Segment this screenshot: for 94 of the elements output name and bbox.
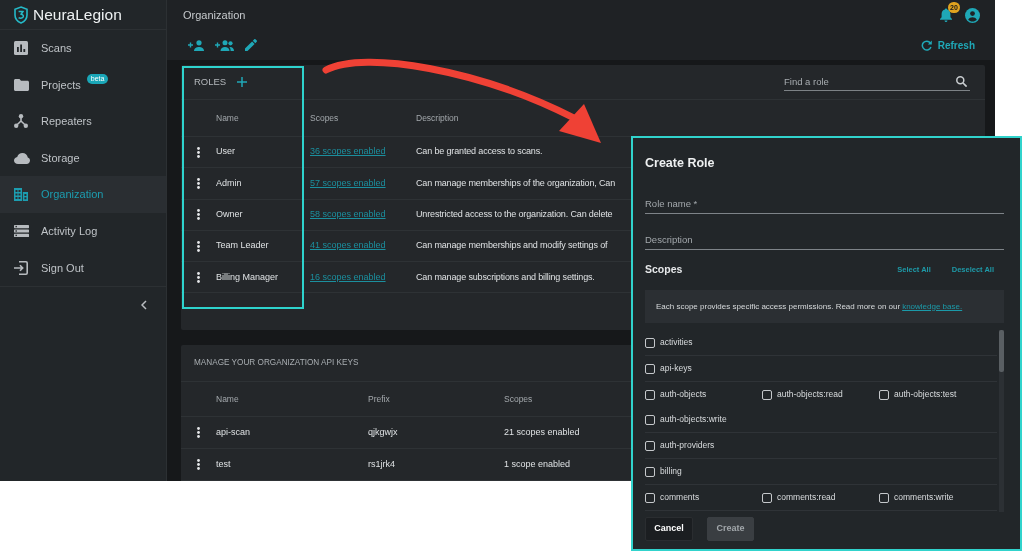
- scope-label: comments:write: [894, 491, 954, 504]
- bell-icon[interactable]: [940, 8, 952, 22]
- more-options-icon[interactable]: [197, 177, 200, 189]
- scope-label: auth-providers: [660, 439, 715, 452]
- folder-icon[interactable]: [14, 78, 29, 91]
- checkbox[interactable]: [645, 440, 655, 451]
- role-name-field[interactable]: Role name *: [645, 194, 1004, 214]
- column-header: Scopes: [310, 111, 339, 125]
- scopes-link[interactable]: 57 scopes enabled: [310, 176, 386, 191]
- scope-label: auth-objects:write: [660, 413, 727, 426]
- checkbox[interactable]: [762, 492, 772, 503]
- more-options-icon[interactable]: [197, 459, 200, 470]
- plus-icon[interactable]: [237, 77, 248, 87]
- list-icon[interactable]: [14, 225, 29, 238]
- more-options-icon[interactable]: [197, 209, 200, 221]
- checkbox[interactable]: [879, 492, 889, 503]
- scopes-link[interactable]: 16 scopes enabled: [310, 270, 386, 285]
- column-header: Description: [416, 111, 459, 125]
- checkbox[interactable]: [879, 389, 889, 400]
- checkbox[interactable]: [645, 337, 655, 348]
- refresh-button[interactable]: Refresh: [920, 37, 975, 53]
- role-description: Can manage subscriptions and billing settings.: [416, 270, 595, 284]
- pencil-icon[interactable]: [245, 39, 257, 51]
- column-header: Scopes: [504, 392, 533, 406]
- more-options-icon[interactable]: [197, 271, 200, 283]
- api-key-scopes: 21 scopes enabled: [504, 425, 580, 439]
- scope-label: api-keys: [660, 362, 692, 375]
- chevron-left-icon[interactable]: [141, 299, 147, 310]
- column-header: Prefix: [368, 392, 390, 406]
- api-key-name: api-scan: [216, 425, 251, 439]
- more-options-icon[interactable]: [197, 240, 200, 252]
- sign-out-icon[interactable]: [14, 260, 28, 275]
- role-description: Can manage memberships of the organization, Can: [416, 176, 616, 190]
- cancel-button[interactable]: Cancel: [645, 517, 693, 541]
- shield-logo-icon: [14, 5, 28, 24]
- cloud-icon[interactable]: [14, 152, 30, 164]
- sidebar-item[interactable]: Activity Log: [0, 212, 166, 250]
- checkbox[interactable]: [645, 414, 655, 425]
- checkbox[interactable]: [645, 363, 655, 374]
- description-field[interactable]: Description: [645, 230, 1004, 250]
- more-options-icon[interactable]: [197, 427, 200, 438]
- api-key-scopes: 1 scope enabled: [504, 457, 571, 471]
- api-key-prefix: rs1jrk4: [368, 457, 395, 471]
- role-name: User: [216, 145, 235, 159]
- more-options-icon[interactable]: [197, 146, 200, 158]
- roles-title: ROLES: [194, 74, 227, 89]
- dialog-title: Create Role: [645, 155, 716, 171]
- role-description: Can be granted access to scans.: [416, 145, 543, 159]
- scope-label: activities: [660, 336, 693, 349]
- sidebar-item[interactable]: Repeaters: [0, 103, 166, 140]
- scopes-link[interactable]: 41 scopes enabled: [310, 239, 386, 253]
- api-keys-title: MANAGE YOUR ORGANIZATION API KEYS: [194, 356, 359, 369]
- role-description: Can manage memberships and modify settings of: [416, 239, 608, 253]
- page-title: Organization: [183, 7, 246, 23]
- scope-label: auth-objects:test: [894, 388, 957, 401]
- sidebar-item[interactable]: Sign Out: [0, 249, 166, 287]
- sidebar-item[interactable]: Scans: [0, 30, 166, 67]
- api-key-prefix: qjkgwjx: [368, 425, 398, 439]
- column-header: Name: [216, 392, 239, 406]
- account-icon[interactable]: [965, 7, 980, 23]
- scope-label: auth-objects: [660, 388, 707, 401]
- bar-chart-icon[interactable]: [14, 41, 28, 56]
- role-description: Unrestricted access to the organization. Can delete: [416, 208, 613, 221]
- column-header: Name: [216, 111, 239, 125]
- scope-label: auth-objects:read: [777, 388, 843, 401]
- network-icon[interactable]: [14, 114, 28, 129]
- role-name: Billing Manager: [216, 270, 279, 284]
- knowledge-base-link[interactable]: knowledge base.: [902, 301, 963, 311]
- logo-text: NeuraLegion: [33, 6, 122, 23]
- scope-label: comments:read: [777, 491, 836, 504]
- add-person-icon[interactable]: [188, 39, 204, 51]
- role-name: Team Leader: [216, 239, 269, 253]
- scopes-link[interactable]: 58 scopes enabled: [310, 208, 386, 222]
- add-group-icon[interactable]: [215, 39, 234, 51]
- scope-label: comments: [660, 491, 700, 504]
- sidebar-item[interactable]: Storage: [0, 139, 166, 177]
- search-icon[interactable]: [956, 76, 967, 87]
- checkbox[interactable]: [645, 389, 655, 400]
- scrollbar-track[interactable]: [999, 330, 1004, 512]
- building-icon[interactable]: [14, 188, 28, 202]
- search-field[interactable]: Find a role: [784, 73, 970, 91]
- checkbox[interactable]: [645, 492, 655, 503]
- api-key-name: test: [216, 457, 231, 471]
- scopes-link[interactable]: 36 scopes enabled: [310, 145, 386, 159]
- role-name: Admin: [216, 176, 242, 190]
- sidebar-item[interactable]: Organization: [0, 176, 166, 213]
- checkbox[interactable]: [762, 389, 772, 400]
- checkbox[interactable]: [645, 466, 655, 477]
- scopes-heading: Scopes: [645, 262, 683, 278]
- role-name: Owner: [216, 208, 243, 221]
- refresh-icon: [920, 39, 932, 51]
- scrollbar-thumb[interactable]: [999, 330, 1004, 372]
- scope-label: billing: [660, 465, 682, 478]
- info-text: Each scope provides specific access permissions. Read more on our knowledge base.: [656, 300, 963, 313]
